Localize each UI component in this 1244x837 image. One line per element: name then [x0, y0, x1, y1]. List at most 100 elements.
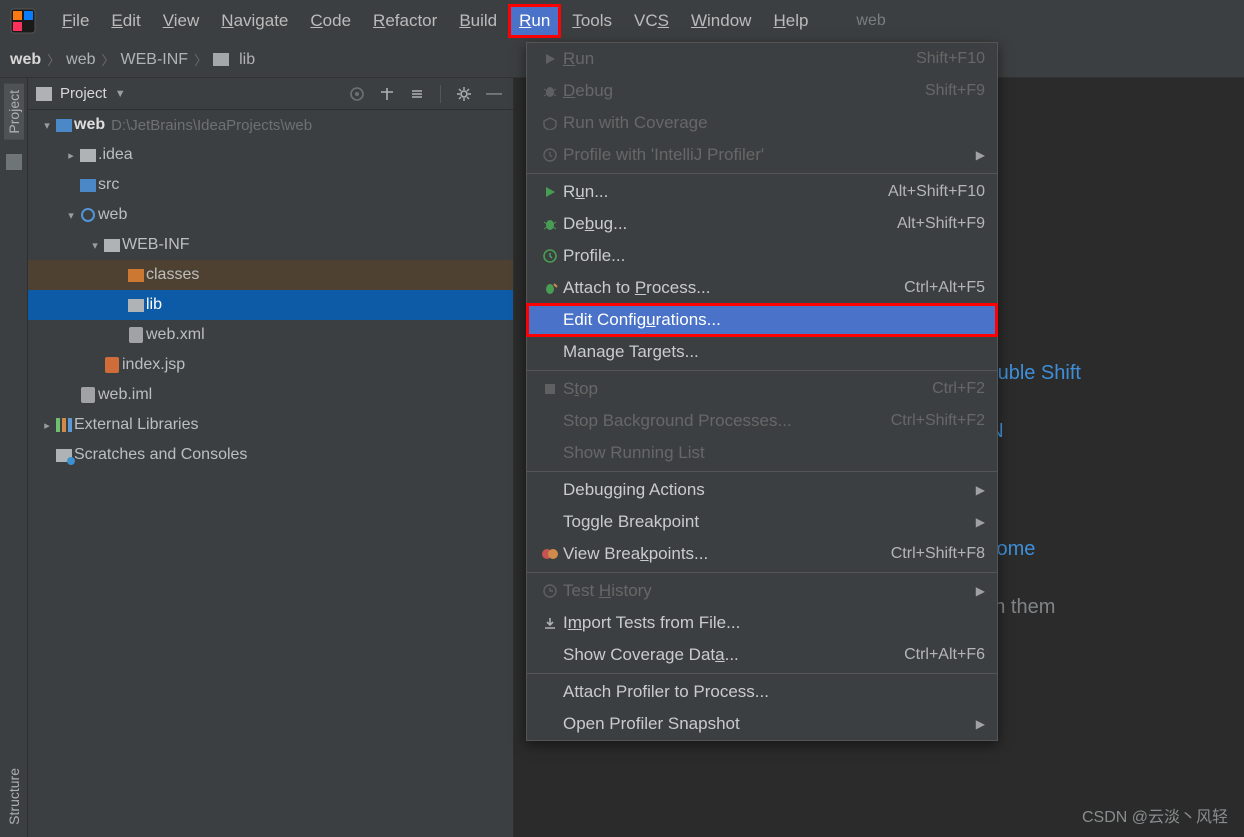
- tree-node-label: web: [74, 116, 105, 134]
- menu-item-label: Stop Background Processes...: [563, 411, 891, 431]
- menu-item-view-breakpoints[interactable]: View Breakpoints...Ctrl+Shift+F8: [527, 538, 997, 570]
- menu-item-label: Show Running List: [563, 443, 985, 463]
- tree-node[interactable]: Scratches and Consoles: [28, 440, 513, 470]
- menu-view[interactable]: View: [153, 5, 210, 37]
- dropdown-icon[interactable]: ▼: [115, 88, 126, 100]
- menu-item-edit-configurations[interactable]: Edit Configurations...: [527, 304, 997, 336]
- tree-node-path: D:\JetBrains\IdeaProjects\web: [111, 117, 312, 134]
- tree-twisty-icon[interactable]: ▾: [40, 119, 54, 132]
- menu-build[interactable]: Build: [449, 5, 507, 37]
- select-open-file-button[interactable]: [346, 83, 368, 105]
- tree-node-label: src: [98, 176, 119, 194]
- menu-item-toggle-breakpoint[interactable]: Toggle Breakpoint▶: [527, 506, 997, 538]
- run-menu-dropdown: RunShift+F10DebugShift+F9Run with Covera…: [526, 42, 998, 741]
- tree-node-icon: [126, 269, 146, 282]
- tree-node-label: index.jsp: [122, 356, 185, 374]
- tree-node[interactable]: web.xml: [28, 320, 513, 350]
- menu-item-debugging-actions[interactable]: Debugging Actions▶: [527, 474, 997, 506]
- menu-item-show-running-list: Show Running List: [527, 437, 997, 469]
- tree-node[interactable]: index.jsp: [28, 350, 513, 380]
- tree-node[interactable]: web.iml: [28, 380, 513, 410]
- menu-run[interactable]: Run: [509, 5, 560, 37]
- crumb-root[interactable]: web: [10, 51, 41, 69]
- tree-node-label: web: [98, 206, 127, 224]
- tree-node[interactable]: lib: [28, 290, 513, 320]
- menu-item-test-history: Test History▶: [527, 575, 997, 607]
- submenu-arrow-icon: ▶: [976, 584, 985, 598]
- menu-code[interactable]: Code: [300, 5, 361, 37]
- menu-item-show-coverage-data[interactable]: Show Coverage Data...Ctrl+Alt+F6: [527, 639, 997, 671]
- menu-item-debug[interactable]: Debug...Alt+Shift+F9: [527, 208, 997, 240]
- tree-node[interactable]: ▾ web: [28, 200, 513, 230]
- tree-node-icon: [54, 418, 74, 432]
- menu-item-manage-targets[interactable]: Manage Targets...: [527, 336, 997, 368]
- menu-item-run[interactable]: Run...Alt+Shift+F10: [527, 176, 997, 208]
- menu-item-label: Run with Coverage: [563, 113, 985, 133]
- menu-navigate[interactable]: Navigate: [211, 5, 298, 37]
- menu-item-label: Run...: [563, 182, 888, 202]
- menu-refactor[interactable]: Refactor: [363, 5, 447, 37]
- tree-twisty-icon[interactable]: ▸: [40, 419, 54, 432]
- rail-icon[interactable]: [6, 154, 22, 170]
- tree-node-icon: [78, 208, 98, 222]
- tree-node[interactable]: ▾ WEB-INF: [28, 230, 513, 260]
- menu-item-shortcut: Alt+Shift+F9: [897, 215, 985, 233]
- menu-item-attach-to-process[interactable]: Attach to Process...Ctrl+Alt+F5: [527, 272, 997, 304]
- settings-button[interactable]: [453, 83, 475, 105]
- menu-item-attach-profiler-to-process[interactable]: Attach Profiler to Process...: [527, 676, 997, 708]
- menu-separator: [527, 572, 997, 573]
- hide-button[interactable]: —: [483, 83, 505, 105]
- tree-twisty-icon[interactable]: ▸: [64, 149, 78, 162]
- tree-node[interactable]: ▸.idea: [28, 140, 513, 170]
- crumb-item[interactable]: web: [66, 51, 95, 69]
- menu-item-open-profiler-snapshot[interactable]: Open Profiler Snapshot▶: [527, 708, 997, 740]
- menu-item-label: View Breakpoints...: [563, 544, 891, 564]
- tree-node[interactable]: ▸External Libraries: [28, 410, 513, 440]
- menu-item-run: RunShift+F10: [527, 43, 997, 75]
- crumb-item[interactable]: WEB-INF: [121, 51, 189, 69]
- menu-item-icon: [537, 547, 563, 561]
- crumb-item[interactable]: lib: [239, 51, 255, 69]
- watermark: CSDN @云淡丶风轻: [1082, 803, 1228, 827]
- tree-node-icon: [126, 327, 146, 343]
- rail-tab-structure[interactable]: Structure: [6, 768, 22, 825]
- tree-node-icon: [54, 449, 74, 462]
- menu-window[interactable]: Window: [681, 5, 761, 37]
- expand-all-button[interactable]: [376, 83, 398, 105]
- collapse-all-button[interactable]: [406, 83, 428, 105]
- menu-item-profile[interactable]: Profile...: [527, 240, 997, 272]
- menu-item-label: Show Coverage Data...: [563, 645, 904, 665]
- menu-item-stop: StopCtrl+F2: [527, 373, 997, 405]
- menu-item-icon: [537, 383, 563, 395]
- tree-node-label: WEB-INF: [122, 236, 190, 254]
- tree-twisty-icon[interactable]: ▾: [64, 209, 78, 222]
- chevron-right-icon: 〉: [194, 50, 207, 69]
- menu-item-shortcut: Ctrl+Shift+F2: [891, 412, 985, 430]
- menu-item-label: Profile with 'IntelliJ Profiler': [563, 145, 976, 165]
- menu-vcs[interactable]: VCS: [624, 5, 679, 37]
- rail-tab-project[interactable]: Project: [4, 84, 24, 140]
- menu-item-shortcut: Alt+Shift+F10: [888, 183, 985, 201]
- tree-node[interactable]: src: [28, 170, 513, 200]
- menu-item-icon: [537, 116, 563, 130]
- tree-node[interactable]: classes: [28, 260, 513, 290]
- project-title[interactable]: Project: [60, 85, 107, 102]
- folder-icon: [213, 53, 229, 66]
- menu-edit[interactable]: Edit: [101, 5, 150, 37]
- menu-item-label: Manage Targets...: [563, 342, 985, 362]
- menu-help[interactable]: Help: [763, 5, 818, 37]
- menu-item-label: Open Profiler Snapshot: [563, 714, 976, 734]
- project-sidebar: Project ▼ — ▾webD:\JetBrains\IdeaProj: [28, 78, 514, 837]
- tree-node-label: classes: [146, 266, 199, 284]
- tree-twisty-icon[interactable]: ▾: [88, 239, 102, 252]
- menu-item-profile-with-intellij-profiler: Profile with 'IntelliJ Profiler'▶: [527, 139, 997, 171]
- menu-item-label: Debug...: [563, 214, 897, 234]
- project-icon: [36, 87, 52, 101]
- tree-node[interactable]: ▾ web D:\JetBrains\IdeaProjects\web: [28, 110, 513, 140]
- chevron-right-icon: 〉: [102, 50, 115, 69]
- menu-tools[interactable]: Tools: [562, 5, 622, 37]
- menu-item-icon: [537, 52, 563, 66]
- menu-file[interactable]: File: [52, 5, 99, 37]
- menu-item-import-tests-from-file[interactable]: Import Tests from File...: [527, 607, 997, 639]
- menu-separator: [527, 173, 997, 174]
